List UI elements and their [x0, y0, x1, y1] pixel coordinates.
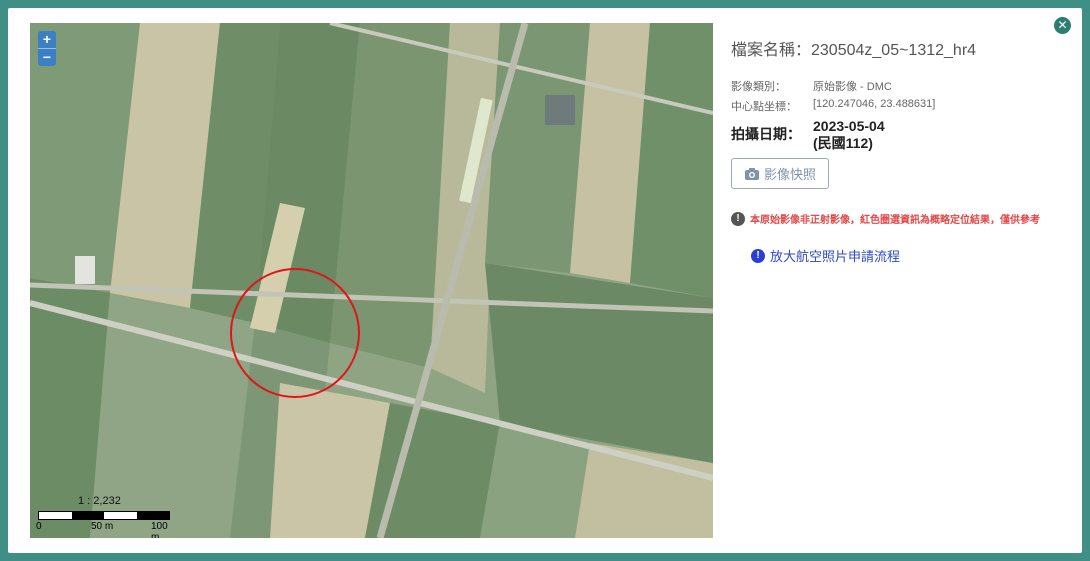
image-type-value: 原始影像 - DMC [813, 81, 892, 93]
scale-bar: 1 : 2,232 0 50 m 100 m [36, 495, 176, 538]
date-label: 拍攝日期： [731, 126, 801, 142]
image-type-row: 影像類別： 原始影像 - DMC [731, 78, 1071, 94]
exclamation-icon: ! [731, 211, 745, 226]
snapshot-button[interactable]: 影像快照 [731, 158, 830, 189]
close-icon[interactable]: ✕ [1054, 17, 1071, 34]
apply-process-link[interactable]: ! 放大航空照片申請流程 [751, 246, 1071, 265]
scale-ratio: 1 : 2,232 [78, 495, 121, 507]
zoom-in-button[interactable]: + [38, 31, 56, 48]
warning-text: 本原始影像非正射影像，紅色圈選資訊為概略定位結果，僅供參考 [750, 215, 1040, 226]
center-row: 中心點坐標： [120.247046, 23.488631] [731, 98, 1071, 114]
scale-tick-50: 50 m [91, 521, 114, 532]
center-value: [120.247046, 23.488631] [813, 98, 936, 110]
camera-icon [745, 167, 759, 180]
warning-note: ! 本原始影像非正射影像，紅色圈選資訊為概略定位結果，僅供參考 [731, 211, 1071, 226]
date-roc: (民國112) [813, 135, 873, 151]
snapshot-button-label: 影像快照 [764, 167, 817, 182]
scale-tick-100: 100 m [151, 521, 168, 538]
image-info-panel: 檔案名稱：230504z_05~1312_hr4 影像類別： 原始影像 - DM… [731, 36, 1071, 265]
zoom-out-button[interactable]: − [38, 48, 56, 66]
zoom-control: + − [38, 31, 56, 66]
info-icon: ! [751, 248, 765, 263]
date-row: 拍攝日期： 2023-05-04 (民國112) [731, 118, 1071, 152]
apply-process-label: 放大航空照片申請流程 [770, 249, 901, 264]
center-label: 中心點坐標： [731, 101, 797, 113]
scale-bar-graphic [38, 511, 170, 520]
scale-tick-0: 0 [36, 521, 42, 532]
image-type-label: 影像類別： [731, 81, 786, 93]
image-info-dialog: + − 1 : 2,232 0 50 m 100 m ✕ 檔案名稱：230504… [8, 8, 1082, 553]
aerial-map[interactable]: + − 1 : 2,232 0 50 m 100 m [30, 23, 713, 538]
file-name-title: 檔案名稱：230504z_05~1312_hr4 [731, 42, 977, 59]
date-value: 2023-05-04 [813, 118, 885, 134]
aerial-photo [30, 23, 713, 538]
